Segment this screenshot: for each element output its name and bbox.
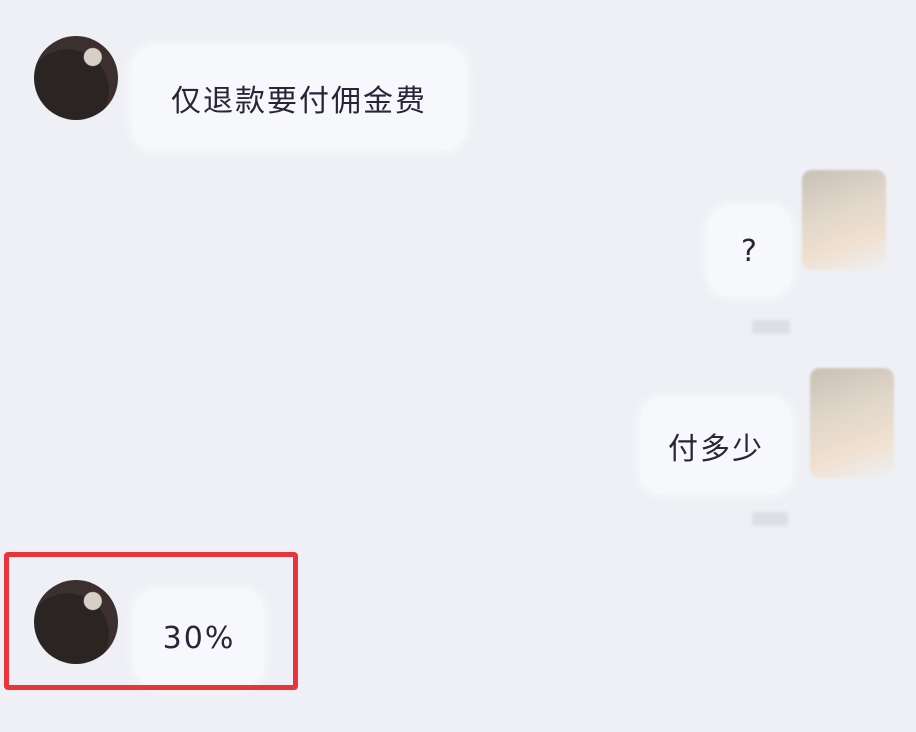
own-avatar[interactable]	[802, 170, 886, 270]
message-text: 仅退款要付佣金费	[171, 84, 427, 119]
message-bubble-outgoing: 付多少	[640, 398, 792, 494]
message-bubble-incoming: 仅退款要付佣金费	[132, 46, 466, 150]
sender-avatar[interactable]	[34, 36, 118, 120]
message-bubble-outgoing: ?	[708, 206, 792, 296]
message-text: 付多少	[668, 432, 764, 467]
own-avatar[interactable]	[810, 368, 894, 478]
chat-window: 仅退款要付佣金费 ? 付多少 30%	[0, 0, 916, 732]
message-timestamp	[752, 512, 788, 526]
highlight-box	[4, 552, 298, 690]
message-text: ?	[741, 233, 759, 269]
message-timestamp	[752, 320, 790, 334]
